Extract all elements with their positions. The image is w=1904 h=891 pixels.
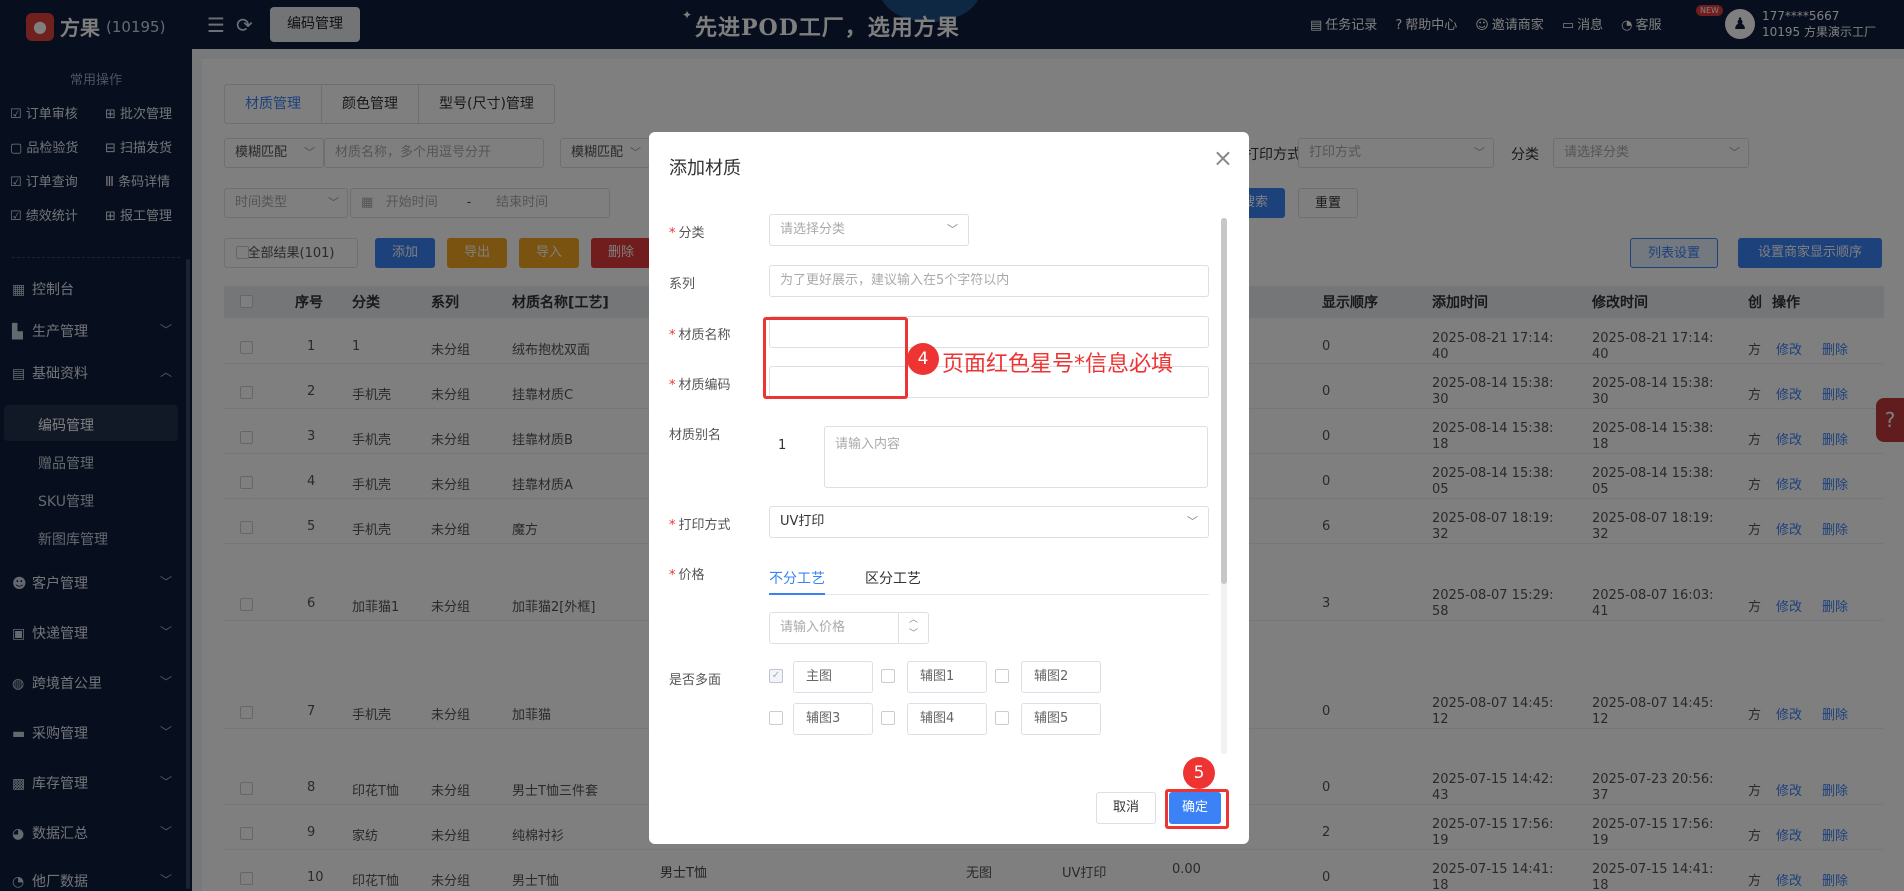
aux5-checkbox[interactable]	[995, 711, 1009, 725]
tab-no-process[interactable]: 不分工艺	[769, 568, 825, 588]
material-name-label: * 材质名称	[669, 328, 731, 343]
dialog-scroll-thumb[interactable]	[1221, 218, 1227, 584]
print-method-label: * 打印方式	[669, 518, 731, 533]
multi-side-label: 是否多面	[669, 673, 722, 688]
price-tab-indicator	[769, 593, 825, 595]
material-alias-label: 材质别名	[669, 428, 722, 443]
alias-index: 1	[778, 438, 787, 453]
series-input[interactable]: 为了更好展示，建议输入在5个字符以内	[769, 265, 1209, 297]
main-image-checkbox[interactable]: ✓	[769, 669, 783, 683]
dialog-title: 添加材质	[669, 158, 741, 179]
step-4-note: 页面红色星号*信息必填	[942, 352, 1174, 377]
stepper-arrows[interactable]: ︿ ﹀	[898, 613, 928, 643]
aux3-checkbox[interactable]	[769, 711, 783, 725]
tab-by-process[interactable]: 区分工艺	[865, 568, 921, 588]
aux5-input[interactable]: 辅图5	[1021, 703, 1101, 735]
add-material-dialog: 添加材质 × * 分类 请选择分类 ﹀ 系列 为了更好展示，建议输入在5个字符以内 …	[649, 132, 1249, 844]
aux2-checkbox[interactable]	[995, 669, 1009, 683]
chevron-down-icon: ﹀	[947, 223, 958, 236]
aux2-input[interactable]: 辅图2	[1021, 661, 1101, 693]
category-select[interactable]: 请选择分类 ﹀	[769, 214, 969, 246]
step-4-badge: 4	[907, 343, 939, 375]
required-fields-highlight	[763, 317, 908, 399]
aux1-checkbox[interactable]	[881, 669, 895, 683]
price-label: * 价格	[669, 568, 705, 583]
close-icon[interactable]: ×	[1213, 144, 1233, 172]
price-stepper[interactable]: 请输入价格 ︿ ﹀	[769, 612, 929, 644]
alias-textarea[interactable]: 请输入内容	[824, 426, 1208, 488]
aux3-input[interactable]: 辅图3	[793, 703, 873, 735]
chevron-down-icon[interactable]: ﹀	[899, 627, 928, 641]
chevron-up-icon[interactable]: ︿	[899, 613, 928, 627]
aux4-checkbox[interactable]	[881, 711, 895, 725]
category-label: * 分类	[669, 226, 705, 241]
row10-alias: 男士T恤	[660, 866, 707, 881]
cancel-button[interactable]: 取消	[1096, 792, 1156, 824]
series-label: 系列	[669, 277, 696, 292]
aux1-input[interactable]: 辅图1	[907, 661, 987, 693]
material-code-label: * 材质编码	[669, 378, 731, 393]
step-5-badge: 5	[1183, 757, 1215, 789]
confirm-highlight	[1165, 789, 1229, 829]
chevron-down-icon: ﹀	[1187, 515, 1198, 528]
aux4-input[interactable]: 辅图4	[907, 703, 987, 735]
print-method-dialog-select[interactable]: UV打印 ﹀	[769, 506, 1209, 538]
price-tab-divider	[769, 594, 1209, 595]
main-image-input[interactable]: 主图	[793, 661, 873, 693]
